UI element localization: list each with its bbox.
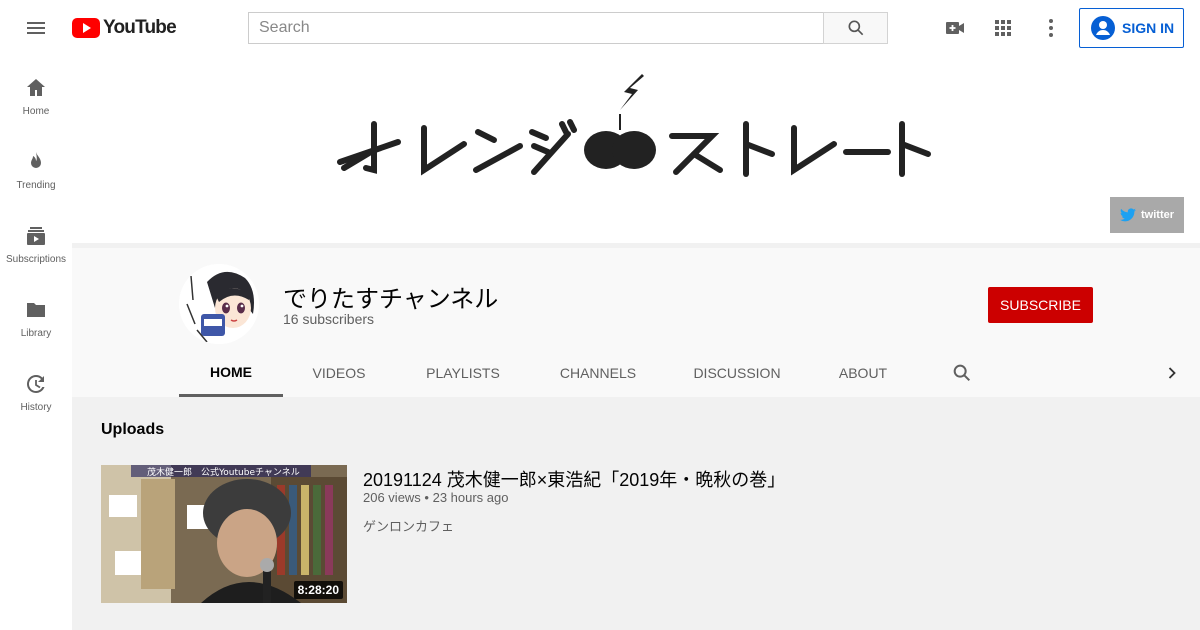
top-bar: YouTube SIGN IN	[0, 0, 1200, 56]
sidebar-item-label: Subscriptions	[5, 254, 67, 265]
trending-icon	[31, 152, 41, 168]
channel-tabs: HOME VIDEOS PLAYLISTS CHANNELS DISCUSSIO…	[72, 349, 1200, 397]
sidebar-item-library[interactable]: Library	[0, 278, 72, 352]
subscriber-count: 16 subscribers	[283, 311, 375, 327]
sidebar-item-label: Home	[22, 106, 50, 117]
channel-header: でりたすチャンネル 16 subscribers SUBSCRIBE HOME …	[72, 248, 1200, 397]
banner-logo-art	[337, 74, 931, 177]
create-video-icon[interactable]	[943, 16, 967, 40]
search-icon	[848, 20, 863, 36]
search-button[interactable]	[823, 12, 888, 44]
channel-name: でりたすチャンネル	[283, 286, 499, 313]
history-icon	[27, 374, 45, 393]
menu-icon[interactable]	[24, 16, 48, 40]
uploads-heading[interactable]: Uploads	[101, 421, 164, 439]
home-icon	[27, 79, 45, 96]
sign-in-label: SIGN IN	[1122, 20, 1175, 36]
sign-in-button[interactable]: SIGN IN	[1079, 8, 1184, 48]
sidebar-item-label: Trending	[16, 180, 56, 191]
tab-about[interactable]: ABOUT	[829, 349, 897, 397]
tab-videos[interactable]: VIDEOS	[301, 349, 377, 397]
twitter-link[interactable]: twitter	[1110, 197, 1184, 233]
twitter-label: twitter	[1141, 209, 1174, 221]
twitter-icon	[1120, 208, 1136, 222]
sidebar-item-trending[interactable]: Trending	[0, 130, 72, 204]
subscribe-button[interactable]: SUBSCRIBE	[988, 287, 1093, 323]
youtube-play-icon	[72, 18, 100, 38]
sidebar-item-home[interactable]: Home	[0, 56, 72, 130]
search-input[interactable]	[248, 12, 824, 44]
subscriptions-icon	[27, 227, 45, 245]
sidebar: Home Trending Subscriptions Library Hist…	[0, 56, 72, 630]
tab-channels[interactable]: CHANNELS	[548, 349, 648, 397]
sidebar-item-label: History	[20, 402, 52, 413]
youtube-logo[interactable]: YouTube	[72, 17, 177, 39]
chevron-right-icon[interactable]	[1160, 349, 1184, 397]
tab-discussion[interactable]: DISCUSSION	[684, 349, 790, 397]
sidebar-item-label: Library	[20, 328, 52, 339]
sidebar-item-subscriptions[interactable]: Subscriptions	[0, 204, 72, 278]
avatar-illustration	[179, 264, 259, 344]
channel-banner: twitter	[72, 56, 1200, 243]
channel-avatar[interactable]	[179, 264, 259, 344]
tab-playlists[interactable]: PLAYLISTS	[413, 349, 513, 397]
video-thumbnail[interactable]: 茂木健一郎 公式Youtubeチャンネル 8:28:20	[101, 465, 347, 603]
account-icon	[1091, 16, 1115, 40]
video-channel-name[interactable]: ゲンロンカフェ	[363, 516, 454, 535]
more-vert-icon[interactable]	[1039, 16, 1063, 40]
video-duration: 8:28:20	[293, 581, 343, 599]
logo-text: YouTube	[103, 17, 177, 38]
tab-home[interactable]: HOME	[179, 349, 283, 397]
channel-search-icon[interactable]	[950, 349, 974, 397]
apple-bolt-icon	[584, 74, 656, 169]
library-icon	[27, 303, 45, 317]
apps-grid-icon[interactable]	[991, 16, 1015, 40]
video-title[interactable]: 20191124 茂木健一郎×東浩紀「2019年・晩秋の巻」	[363, 466, 785, 492]
thumbnail-caption: 茂木健一郎 公式Youtubeチャンネル	[147, 466, 300, 478]
sidebar-item-history[interactable]: History	[0, 352, 72, 426]
video-meta: 206 views • 23 hours ago	[363, 490, 509, 505]
